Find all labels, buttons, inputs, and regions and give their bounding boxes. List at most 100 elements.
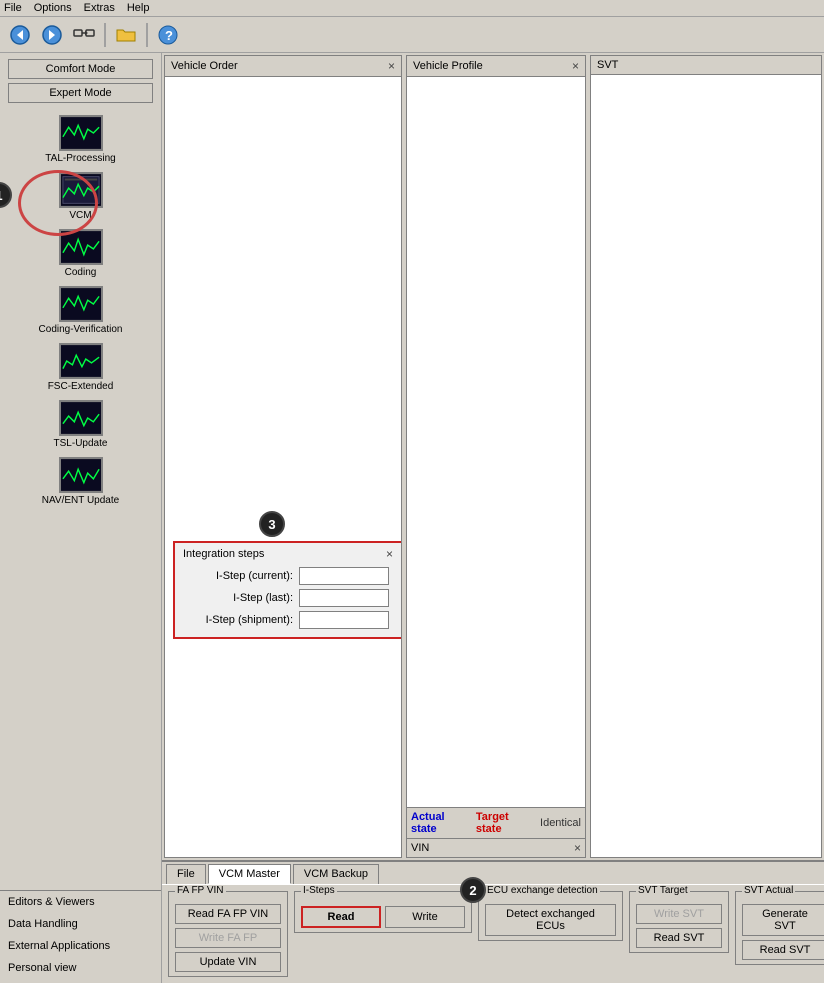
vehicle-order-title: Vehicle Order xyxy=(171,60,238,72)
svt-actual-group: SVT Actual Generate SVT Read SVT xyxy=(735,891,824,965)
menu-help[interactable]: Help xyxy=(127,2,150,14)
fa-fp-vin-content: Read FA FP VIN Write FA FP Update VIN xyxy=(175,904,281,972)
update-vin-button[interactable]: Update VIN xyxy=(175,952,281,972)
menu-file[interactable]: File xyxy=(4,2,22,14)
menu-options[interactable]: Options xyxy=(34,2,72,14)
nav-ent-update-label: NAV/ENT Update xyxy=(42,495,119,506)
sidebar-item-nav-ent-update[interactable]: NAV/ENT Update xyxy=(0,453,161,510)
identical-state-label: Identical xyxy=(540,817,581,829)
vin-close[interactable]: × xyxy=(574,841,581,855)
vehicle-profile-panel: Vehicle Profile × Actual state Target st… xyxy=(406,55,586,858)
isteps-group: I-Steps Read Write xyxy=(294,891,472,933)
istep-shipment-row: I-Step (shipment): xyxy=(183,611,393,629)
sidebar-item-tsl-update[interactable]: TSL-Update xyxy=(0,396,161,453)
menu-extras[interactable]: Extras xyxy=(84,2,115,14)
sidebar-item-fsc-extended[interactable]: FSC-Extended xyxy=(0,339,161,396)
target-state-label: Target state xyxy=(476,811,534,835)
vehicle-profile-close[interactable]: × xyxy=(572,59,579,73)
network-button[interactable] xyxy=(70,21,98,49)
istep-last-input[interactable] xyxy=(299,589,389,607)
help-button[interactable]: ? xyxy=(154,21,182,49)
back-button[interactable] xyxy=(6,21,34,49)
istep-current-row: I-Step (current): xyxy=(183,567,393,585)
fa-fp-vin-group: FA FP VIN Read FA FP VIN Write FA FP Upd… xyxy=(168,891,288,977)
svt-header: SVT xyxy=(591,56,821,75)
svt-target-title: SVT Target xyxy=(636,885,690,896)
sidebar-item-tal-processing[interactable]: TAL-Processing xyxy=(0,111,161,168)
istep-last-row: I-Step (last): xyxy=(183,589,393,607)
svt-actual-title: SVT Actual xyxy=(742,885,795,896)
fsc-extended-label: FSC-Extended xyxy=(48,381,114,392)
coding-verification-label: Coding-Verification xyxy=(39,324,123,335)
vehicle-order-panel: Vehicle Order × 3 Integration steps × xyxy=(164,55,402,858)
generate-svt-button[interactable]: Generate SVT xyxy=(742,904,824,936)
personal-view-button[interactable]: Personal view xyxy=(0,957,161,979)
detect-exchanged-ecus-button[interactable]: Detect exchanged ECUs xyxy=(485,904,616,936)
vehicle-profile-header: Vehicle Profile × xyxy=(407,56,585,77)
svg-text:?: ? xyxy=(165,28,173,43)
vcm-icon xyxy=(59,172,103,208)
content-area: Vehicle Order × 3 Integration steps × xyxy=(162,53,824,983)
comfort-mode-button[interactable]: Comfort Mode xyxy=(8,59,153,79)
write-button[interactable]: Write xyxy=(385,906,465,928)
tal-processing-label: TAL-Processing xyxy=(45,153,115,164)
tab-vcm-backup[interactable]: VCM Backup xyxy=(293,864,379,884)
vehicle-order-header: Vehicle Order × xyxy=(165,56,401,77)
ecu-exchange-title: ECU exchange detection xyxy=(485,885,600,896)
data-handling-button[interactable]: Data Handling xyxy=(0,913,161,935)
editors-viewers-button[interactable]: Editors & Viewers xyxy=(0,891,161,913)
expert-mode-button[interactable]: Expert Mode xyxy=(8,83,153,103)
sidebar-item-vcm[interactable]: VCM xyxy=(0,168,161,225)
vcm-master-content: FA FP VIN Read FA FP VIN Write FA FP Upd… xyxy=(162,884,824,983)
istep-last-label: I-Step (last): xyxy=(183,592,293,604)
istep-current-label: I-Step (current): xyxy=(183,570,293,582)
istep-shipment-input[interactable] xyxy=(299,611,389,629)
read-button[interactable]: Read xyxy=(301,906,381,928)
isteps-wrapper: 2 I-Steps Read Write xyxy=(294,891,472,933)
fsc-extended-icon xyxy=(59,343,103,379)
folder-button[interactable] xyxy=(112,21,140,49)
istep-current-input[interactable] xyxy=(299,567,389,585)
toolbar-separator2 xyxy=(146,23,148,47)
vehicle-order-body: 3 Integration steps × I-Step (current): xyxy=(165,77,401,857)
toolbar-separator xyxy=(104,23,106,47)
nav-ent-update-icon xyxy=(59,457,103,493)
write-svt-button[interactable]: Write SVT xyxy=(636,904,722,924)
read-svt-target-button[interactable]: Read SVT xyxy=(636,928,722,948)
integration-steps-box: Integration steps × I-Step (current): I-… xyxy=(173,541,401,639)
read-fa-fp-vin-button[interactable]: Read FA FP VIN xyxy=(175,904,281,924)
svt-target-content: Write SVT Read SVT xyxy=(636,904,722,948)
ecu-exchange-content: Detect exchanged ECUs xyxy=(485,904,616,936)
integration-steps-label: Integration steps xyxy=(183,548,264,560)
coding-label: Coding xyxy=(65,267,97,278)
write-fa-fp-button[interactable]: Write FA FP xyxy=(175,928,281,948)
tab-file[interactable]: File xyxy=(166,864,206,884)
actual-state-label: Actual state xyxy=(411,811,470,835)
integration-steps-title: Integration steps × xyxy=(183,547,393,561)
svt-body xyxy=(591,75,821,857)
svt-target-group: SVT Target Write SVT Read SVT xyxy=(629,891,729,953)
coding-icon xyxy=(59,229,103,265)
sidebar-bottom: Editors & Viewers Data Handling External… xyxy=(0,890,161,979)
sidebar-item-coding-verification[interactable]: Coding-Verification xyxy=(0,282,161,339)
read-svt-actual-button[interactable]: Read SVT xyxy=(742,940,824,960)
badge-2: 2 xyxy=(460,877,486,903)
sidebar: Comfort Mode Expert Mode TAL-Processing … xyxy=(0,53,162,983)
sidebar-item-coding[interactable]: Coding xyxy=(0,225,161,282)
integration-steps-close[interactable]: × xyxy=(386,547,393,561)
tab-bar: File VCM Master VCM Backup xyxy=(162,861,824,884)
tab-vcm-master[interactable]: VCM Master xyxy=(208,864,291,884)
toolbar: ? xyxy=(0,17,824,53)
vehicle-order-close[interactable]: × xyxy=(388,59,395,73)
main-layout: Comfort Mode Expert Mode TAL-Processing … xyxy=(0,53,824,983)
tal-processing-icon xyxy=(59,115,103,151)
integration-steps-wrapper: 3 Integration steps × I-Step (current): xyxy=(169,541,397,639)
ecu-exchange-group: ECU exchange detection Detect exchanged … xyxy=(478,891,623,941)
istep-shipment-label: I-Step (shipment): xyxy=(183,614,293,626)
forward-button[interactable] xyxy=(38,21,66,49)
menubar: File Options Extras Help xyxy=(0,0,824,17)
vcm-label: VCM xyxy=(69,210,91,221)
external-applications-button[interactable]: External Applications xyxy=(0,935,161,957)
vcm-master-groups: FA FP VIN Read FA FP VIN Write FA FP Upd… xyxy=(168,891,818,977)
state-labels-bar: Actual state Target state Identical xyxy=(407,807,585,838)
